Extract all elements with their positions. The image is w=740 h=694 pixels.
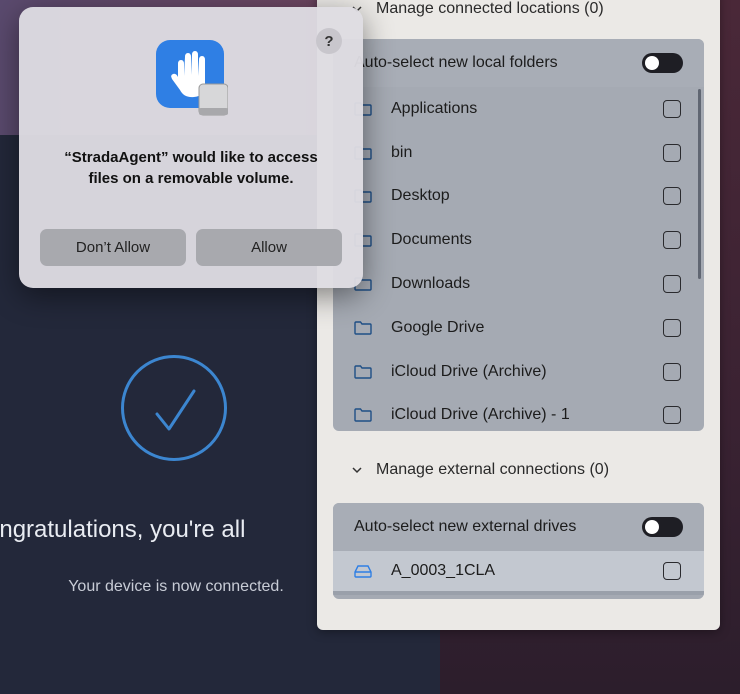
folder-checkbox[interactable] (663, 362, 681, 381)
folder-label: Downloads (391, 275, 471, 293)
folder-checkbox[interactable] (663, 143, 681, 162)
help-button[interactable]: ? (316, 28, 342, 54)
folder-row[interactable]: Desktop (333, 175, 704, 219)
folder-row[interactable]: Google Drive (333, 306, 704, 350)
folder-label: Google Drive (391, 318, 485, 336)
local-toggle-row: Auto-select new local folders (333, 39, 704, 87)
checkmark-circle-icon (121, 355, 227, 461)
folder-row[interactable]: iCloud Drive (Archive) (333, 350, 704, 394)
external-header-label: Manage external connections (0) (376, 461, 610, 478)
folder-checkbox[interactable] (663, 187, 681, 206)
folder-label: Applications (391, 99, 478, 117)
dialog-message: “StradaAgent” would like to access files… (64, 149, 318, 187)
local-folders-list: Auto-select new local folders Applicatio… (333, 39, 704, 431)
auto-select-local-toggle[interactable] (642, 53, 683, 73)
local-toggle-label: Auto-select new local folders (354, 54, 558, 71)
congrats-heading: ongratulations, you're all (0, 516, 246, 543)
drive-checkbox[interactable] (663, 561, 681, 580)
permission-dialog: ? “StradaAgent” would like to access fil… (19, 7, 363, 288)
folder-label: Desktop (391, 187, 450, 205)
connected-message: Your device is now connected. (68, 578, 284, 595)
folder-checkbox[interactable] (663, 406, 681, 425)
external-toggle-row: Auto-select new external drives (333, 503, 704, 551)
folder-icon (354, 408, 372, 423)
drive-icon (354, 565, 372, 578)
drive-row[interactable]: A_0003_1CLA (333, 551, 704, 595)
auto-select-external-toggle[interactable] (642, 517, 683, 537)
folder-label: iCloud Drive (Archive) (391, 362, 547, 380)
folder-label: Documents (391, 231, 472, 249)
folder-row[interactable]: bin (333, 131, 704, 175)
folder-row[interactable]: Documents (333, 218, 704, 262)
folder-row[interactable]: Applications (333, 87, 704, 131)
drive-label: A_0003_1CLA (391, 561, 496, 579)
locations-header-label: Manage connected locations (0) (376, 0, 604, 17)
folder-label: bin (391, 143, 413, 161)
hand-stop-icon (156, 40, 228, 116)
folder-row[interactable]: iCloud Drive (Archive) - 1 (333, 394, 704, 431)
chevron-down-icon (352, 467, 362, 474)
locations-section-header[interactable]: Manage connected locations (0) (350, 0, 604, 18)
folder-checkbox[interactable] (663, 99, 681, 118)
folder-row[interactable]: Downloads (333, 262, 704, 306)
folder-checkbox[interactable] (663, 275, 681, 294)
folder-checkbox[interactable] (663, 231, 681, 250)
allow-button[interactable]: Allow (196, 229, 342, 266)
external-drives-list: Auto-select new external drives A_0003_1… (333, 503, 704, 599)
folder-label: iCloud Drive (Archive) - 1 (391, 406, 570, 424)
folder-icon (354, 364, 372, 379)
dont-allow-button[interactable]: Don’t Allow (40, 229, 186, 266)
folders-scrollbar[interactable] (698, 89, 701, 279)
folder-icon (354, 321, 372, 335)
external-toggle-label: Auto-select new external drives (354, 518, 577, 535)
folder-checkbox[interactable] (663, 318, 681, 337)
external-section-header[interactable]: Manage external connections (0) (350, 461, 609, 479)
